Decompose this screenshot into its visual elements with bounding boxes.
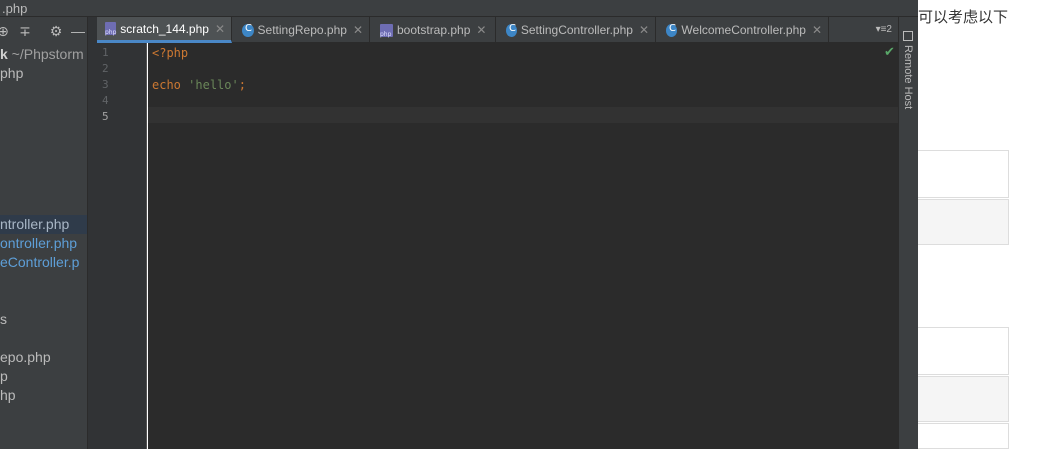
tab-label: SettingRepo.php bbox=[257, 23, 347, 37]
tree-item[interactable]: ontroller.php bbox=[0, 234, 87, 253]
close-icon[interactable]: ✕ bbox=[812, 23, 822, 37]
remote-host-icon bbox=[903, 31, 913, 41]
background-box bbox=[918, 423, 1009, 449]
background-box bbox=[918, 376, 1009, 422]
project-root-row[interactable]: k ~/Phpstorm bbox=[0, 45, 87, 64]
tab-setting-repo[interactable]: SettingRepo.php ✕ bbox=[234, 17, 370, 43]
tab-label: WelcomeController.php bbox=[681, 23, 806, 37]
line-number: 2 bbox=[102, 62, 109, 75]
collapse-icon[interactable]: ∓ bbox=[16, 21, 34, 41]
tree-item[interactable]: hp bbox=[0, 386, 87, 405]
php-open-tag: <?php bbox=[152, 46, 189, 60]
tree-item[interactable]: epo.php bbox=[0, 348, 87, 367]
close-icon[interactable]: ✕ bbox=[639, 23, 649, 37]
tree-item-selected[interactable]: ntroller.php bbox=[0, 215, 87, 234]
line-number: 1 bbox=[102, 46, 109, 59]
tab-label: SettingController.php bbox=[520, 23, 633, 37]
project-root-path: ~/Phpstorm bbox=[7, 46, 84, 62]
background-box bbox=[918, 199, 1009, 245]
string-literal: 'hello' bbox=[188, 78, 239, 92]
tree-item[interactable]: s bbox=[0, 310, 87, 329]
close-icon[interactable]: ✕ bbox=[476, 23, 486, 37]
minimize-icon[interactable]: — bbox=[69, 21, 87, 41]
tab-bootstrap[interactable]: bootstrap.php ✕ bbox=[372, 17, 496, 43]
tab-label: bootstrap.php bbox=[397, 23, 471, 37]
tree-item[interactable]: eController.p bbox=[0, 253, 87, 272]
close-icon[interactable]: ✕ bbox=[353, 23, 363, 37]
background-box bbox=[918, 150, 1009, 198]
current-line-number: 5 bbox=[102, 110, 109, 123]
class-icon bbox=[242, 23, 254, 37]
line-number: 4 bbox=[102, 94, 109, 107]
echo-keyword: echo bbox=[152, 78, 181, 92]
code-line-1[interactable]: <?php bbox=[152, 45, 188, 61]
code-editor[interactable]: <?php echo 'hello'; bbox=[148, 43, 898, 449]
tab-label: scratch_144.php bbox=[120, 21, 209, 36]
window-title: .php bbox=[0, 0, 918, 17]
tab-setting-controller[interactable]: SettingController.php ✕ bbox=[498, 17, 656, 43]
line-number-gutter: 1 2 3 4 5 bbox=[97, 43, 147, 449]
close-icon[interactable]: ✕ bbox=[215, 22, 225, 36]
tab-welcome-controller[interactable]: WelcomeController.php ✕ bbox=[658, 17, 829, 43]
project-root-name: k bbox=[0, 46, 8, 62]
code-line-3[interactable]: echo 'hello'; bbox=[152, 77, 246, 93]
php-file-icon bbox=[380, 23, 393, 38]
php-file-icon bbox=[105, 22, 117, 36]
project-panel-toolbar: ⊕ ∓ ⚙ — bbox=[0, 21, 87, 41]
tree-item[interactable]: p bbox=[0, 367, 87, 386]
tab-scratch-144[interactable]: scratch_144.php ✕ bbox=[97, 17, 232, 43]
project-panel: ⊕ ∓ ⚙ — k ~/Phpstorm php ntroller.php on… bbox=[0, 17, 87, 449]
class-icon bbox=[666, 23, 678, 37]
background-page-text: 可以考虑以下 bbox=[918, 8, 1009, 26]
panel-divider[interactable] bbox=[87, 17, 97, 449]
background-box bbox=[918, 327, 1009, 375]
class-icon bbox=[506, 23, 517, 37]
tab-overflow-menu[interactable]: ▾≡2 bbox=[876, 17, 892, 43]
tree-item[interactable]: php bbox=[0, 64, 87, 83]
settings-sync-icon[interactable]: ⊕ bbox=[0, 21, 12, 41]
gear-icon[interactable]: ⚙ bbox=[47, 21, 65, 41]
editor-tab-bar: scratch_144.php ✕ SettingRepo.php ✕ boot… bbox=[97, 17, 898, 43]
current-line-highlight bbox=[148, 107, 898, 123]
remote-host-tab[interactable]: Remote Host bbox=[902, 45, 914, 109]
semicolon: ; bbox=[238, 78, 246, 92]
right-tool-strip: Remote Host bbox=[898, 17, 918, 449]
checkmark-icon: ✔ bbox=[884, 44, 895, 59]
line-number: 3 bbox=[102, 78, 109, 91]
